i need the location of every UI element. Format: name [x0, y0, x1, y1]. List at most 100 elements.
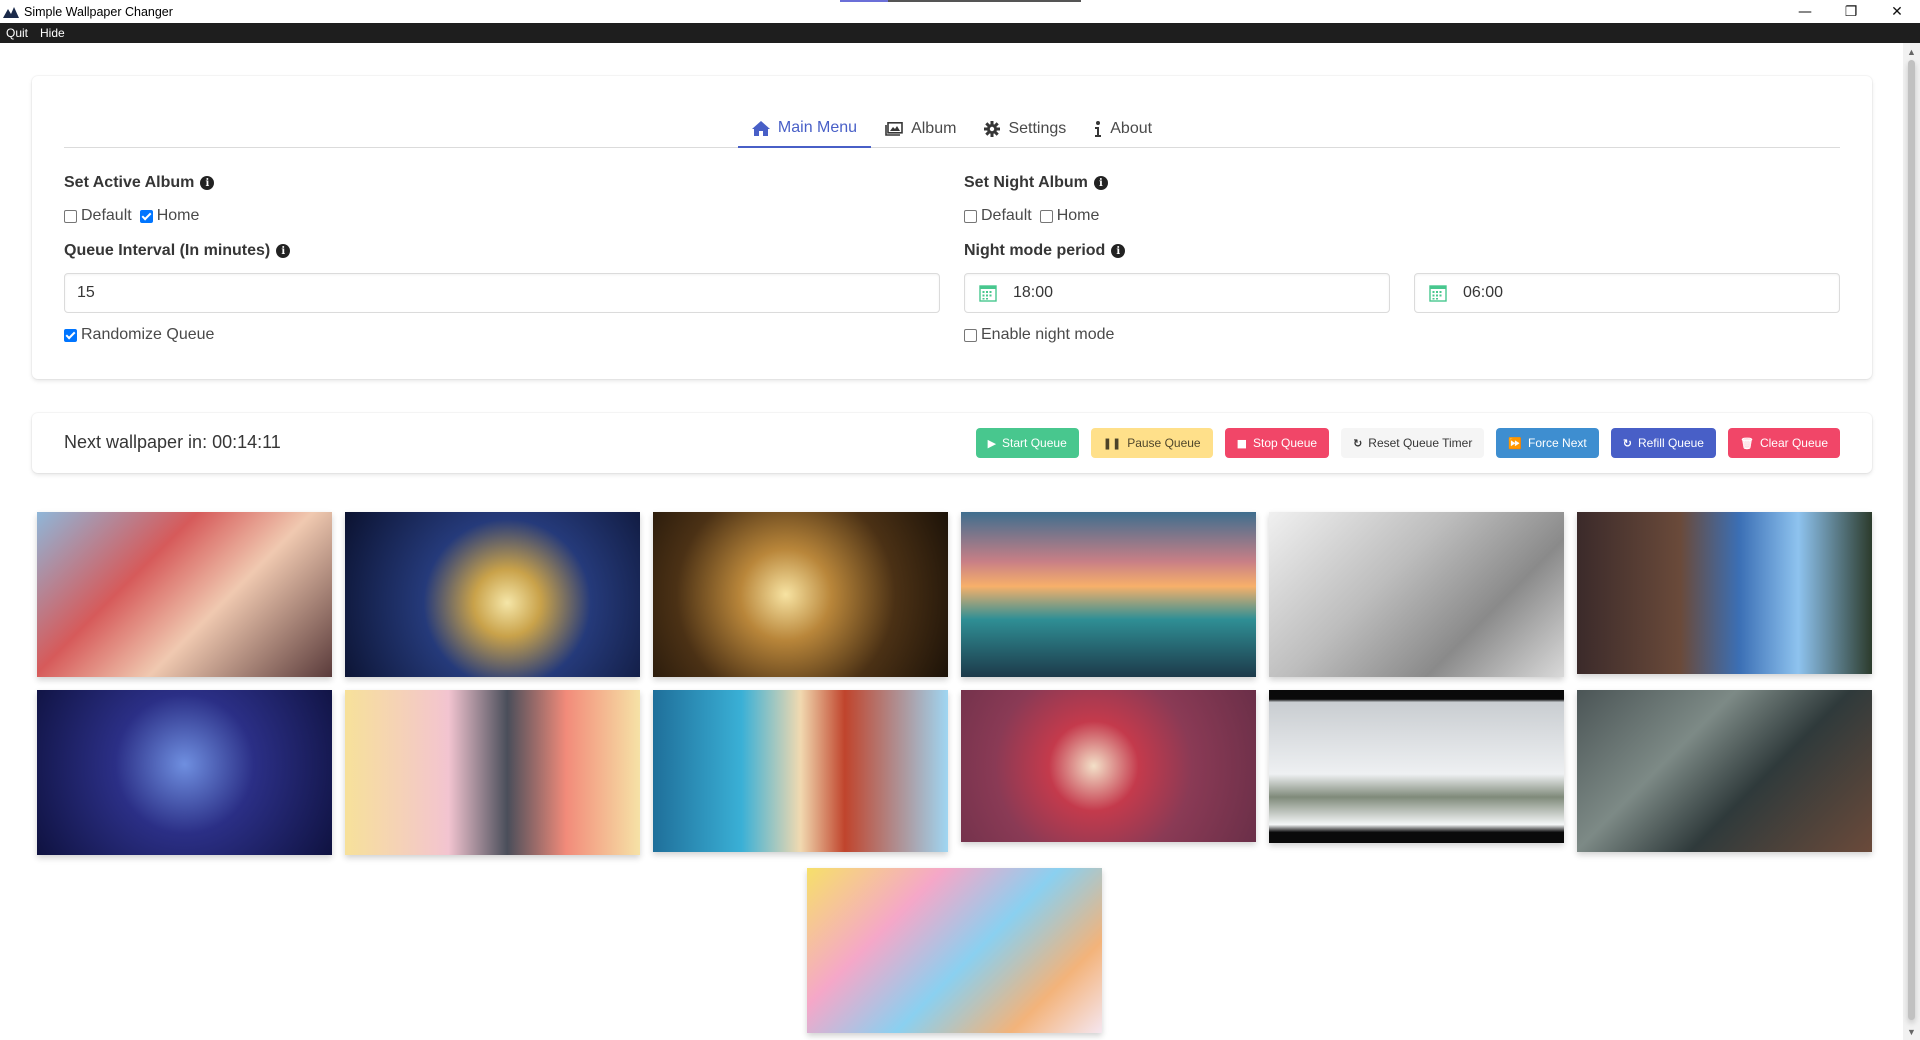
active-album-home-checkbox[interactable]: [139, 209, 153, 223]
info-icon[interactable]: i: [276, 244, 291, 258]
tab-bar: Main Menu Album Settings About: [64, 110, 1840, 148]
queue-interval-label: Queue Interval (In minutes): [64, 242, 271, 259]
randomize-queue-checkbox[interactable]: [64, 328, 77, 342]
wallpaper-thumbnail[interactable]: [1577, 690, 1872, 852]
menu-bar: Quit Hide: [0, 23, 1920, 43]
calendar-icon: [979, 285, 997, 302]
force-next-button[interactable]: ⏩ Force Next: [1496, 428, 1599, 458]
info-icon[interactable]: i: [1093, 176, 1108, 190]
button-label: Stop Queue: [1253, 436, 1318, 450]
queue-interval-field: Queue Interval (In minutes) i: [64, 242, 291, 260]
stop-icon: ■: [1236, 436, 1247, 450]
active-album-label: Set Active Album: [64, 174, 195, 191]
checkbox-label: Default: [981, 207, 1032, 224]
checkbox-label: Home: [1056, 207, 1100, 224]
images-icon: [885, 122, 903, 136]
enable-night-option: Enable night mode: [964, 326, 1122, 344]
trash-icon: 🗑: [1739, 436, 1754, 450]
wallpaper-thumbnail[interactable]: [37, 690, 332, 855]
wallpaper-thumbnail[interactable]: [653, 512, 948, 677]
start-queue-button[interactable]: ▶ Start Queue: [975, 428, 1079, 458]
wallpaper-thumbnail[interactable]: [1577, 512, 1872, 674]
active-album-options: Default Home: [64, 207, 207, 225]
night-album-home-checkbox[interactable]: [1039, 209, 1053, 223]
refresh-icon: ↻: [1622, 436, 1632, 450]
close-button[interactable]: ✕: [1874, 0, 1920, 23]
queue-interval-input[interactable]: 15: [64, 273, 940, 313]
randomize-option: Randomize Queue: [64, 326, 222, 344]
pause-icon: ❚❚: [1102, 436, 1122, 450]
stop-queue-button[interactable]: ■ Stop Queue: [1224, 428, 1330, 458]
play-icon: ▶: [987, 436, 997, 450]
window-title: Simple Wallpaper Changer: [24, 4, 173, 19]
restore-button[interactable]: ❐: [1828, 0, 1874, 23]
scroll-down-icon[interactable]: ▼: [1903, 1023, 1920, 1040]
title-bar: Simple Wallpaper Changer — ❐ ✕: [0, 0, 1920, 23]
tab-settings[interactable]: Settings: [970, 110, 1080, 148]
tab-main-menu[interactable]: Main Menu: [737, 110, 872, 148]
wallpaper-thumbnail[interactable]: [345, 690, 640, 855]
redo-icon: ↻: [1353, 436, 1363, 450]
app-icon: [3, 6, 19, 18]
night-end-time-input[interactable]: 06:00: [1414, 273, 1840, 313]
checkbox-label: Default: [81, 207, 132, 224]
wallpaper-thumbnail[interactable]: [37, 512, 332, 677]
night-album-label: Set Night Album: [964, 174, 1088, 191]
wallpaper-thumbnail[interactable]: [345, 512, 640, 677]
gear-icon: [984, 121, 1001, 137]
menu-hide[interactable]: Hide: [34, 26, 71, 40]
tab-label: About: [1110, 120, 1153, 137]
night-start-time-input[interactable]: 18:00: [964, 273, 1390, 313]
tab-album[interactable]: Album: [871, 110, 970, 148]
wallpaper-thumbnail[interactable]: [1269, 512, 1564, 677]
queue-buttons: ▶ Start Queue ❚❚ Pause Queue ■ Stop Queue ↻…: [964, 428, 1840, 458]
night-album-options: Default Home: [964, 207, 1107, 225]
refill-queue-button[interactable]: ↻ Refill Queue: [1610, 428, 1716, 458]
night-album-default-checkbox[interactable]: [964, 209, 977, 223]
wallpaper-thumbnail[interactable]: [807, 868, 1102, 1033]
info-icon[interactable]: i: [1111, 244, 1126, 258]
wallpaper-thumbnail[interactable]: [1269, 690, 1564, 843]
loading-indicator: [840, 0, 1081, 2]
night-end-time-value: 06:00: [1463, 284, 1504, 301]
button-label: Refill Queue: [1637, 436, 1704, 450]
night-mode-field: Night mode period i: [964, 242, 1126, 260]
checkbox-label: Home: [156, 207, 200, 224]
button-label: Clear Queue: [1759, 436, 1828, 450]
tab-label: Main Menu: [777, 119, 858, 136]
active-album-default-checkbox[interactable]: [64, 209, 77, 223]
queue-interval-value: 15: [77, 284, 95, 301]
clear-queue-button[interactable]: 🗑 Clear Queue: [1727, 428, 1840, 458]
next-wallpaper-countdown: Next wallpaper in: 00:14:11: [64, 432, 281, 452]
scrollbar-thumb[interactable]: [1908, 60, 1915, 1020]
vertical-scrollbar[interactable]: ▲ ▼: [1903, 43, 1920, 1040]
button-label: Pause Queue: [1127, 436, 1201, 450]
wallpaper-thumbnail[interactable]: [653, 690, 948, 852]
button-label: Start Queue: [1002, 436, 1067, 450]
button-label: Reset Queue Timer: [1368, 436, 1473, 450]
queue-control-card: Next wallpaper in: 00:14:11 ▶ Start Queue…: [32, 413, 1872, 473]
calendar-icon: [1429, 285, 1447, 302]
tab-label: Settings: [1008, 120, 1067, 137]
reset-queue-timer-button[interactable]: ↻ Reset Queue Timer: [1341, 428, 1485, 458]
home-icon: [751, 120, 770, 136]
wallpaper-thumbnail[interactable]: [961, 690, 1256, 842]
tab-label: Album: [911, 120, 957, 137]
minimize-button[interactable]: —: [1782, 0, 1828, 23]
fast-forward-icon: ⏩: [1508, 436, 1523, 450]
night-start-time-value: 18:00: [1013, 284, 1054, 301]
wallpaper-thumbnail[interactable]: [961, 512, 1256, 677]
night-album-field: Set Night Album i: [964, 174, 1108, 192]
night-mode-label: Night mode period: [964, 242, 1106, 259]
info-icon: [1095, 121, 1102, 137]
menu-quit[interactable]: Quit: [0, 26, 34, 40]
tab-about[interactable]: About: [1080, 110, 1166, 148]
checkbox-label: Enable night mode: [981, 326, 1115, 343]
enable-night-mode-checkbox[interactable]: [964, 328, 977, 342]
pause-queue-button[interactable]: ❚❚ Pause Queue: [1090, 428, 1213, 458]
scroll-up-icon[interactable]: ▲: [1903, 43, 1920, 60]
checkbox-label: Randomize Queue: [81, 326, 215, 343]
button-label: Force Next: [1528, 436, 1587, 450]
info-icon[interactable]: i: [200, 176, 215, 190]
active-album-field: Set Active Album i: [64, 174, 215, 192]
